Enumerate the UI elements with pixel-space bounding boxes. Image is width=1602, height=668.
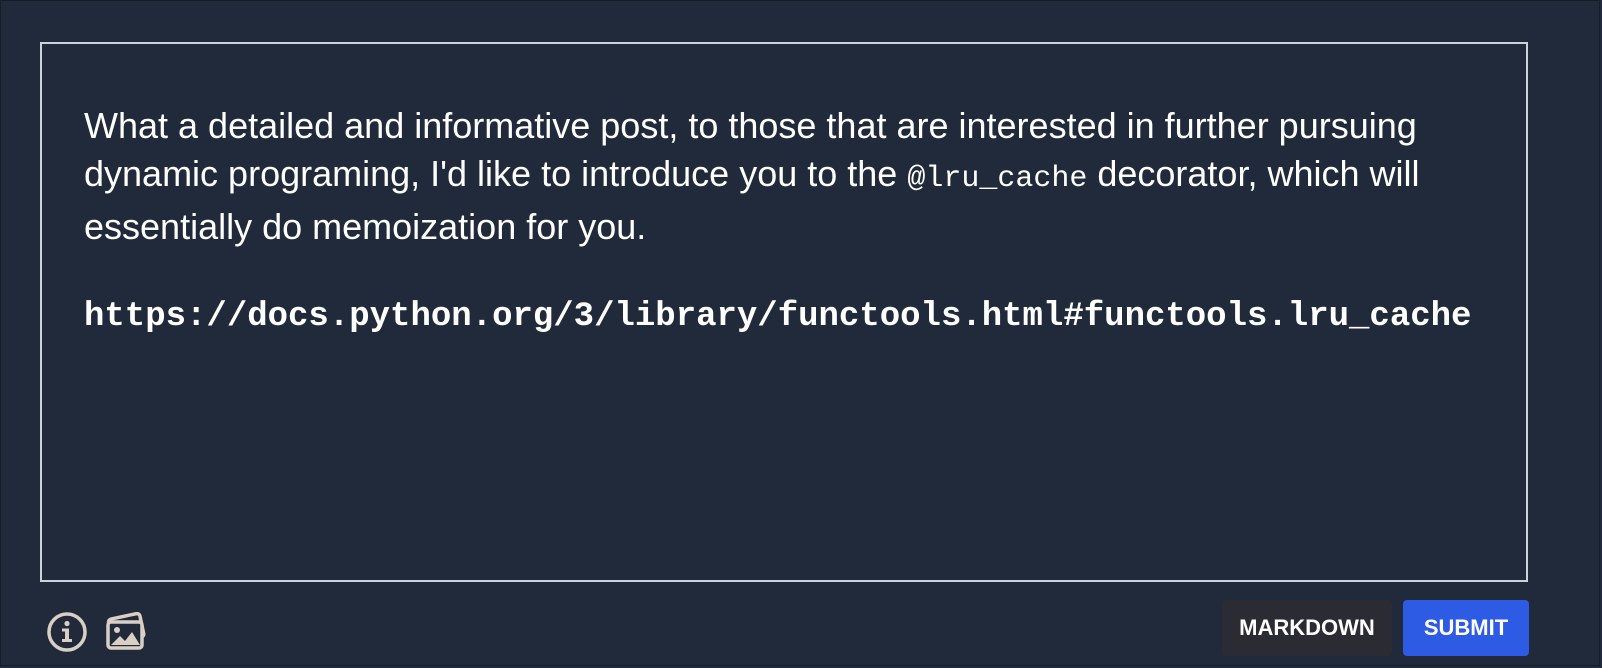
comment-editor[interactable]: What a detailed and informative post, to… bbox=[40, 42, 1528, 582]
url-text: https://docs.python.org/3/library/functo… bbox=[84, 298, 1472, 336]
info-icon[interactable] bbox=[44, 609, 90, 655]
inline-code: @lru_cache bbox=[907, 162, 1088, 196]
comment-paragraph: What a detailed and informative post, to… bbox=[84, 102, 1504, 251]
editor-toolbar bbox=[44, 609, 150, 655]
editor-content[interactable]: What a detailed and informative post, to… bbox=[84, 102, 1526, 341]
submit-button[interactable]: SUBMIT bbox=[1403, 600, 1529, 656]
markdown-button[interactable]: MARKDOWN bbox=[1222, 600, 1392, 656]
image-upload-icon[interactable] bbox=[104, 609, 150, 655]
